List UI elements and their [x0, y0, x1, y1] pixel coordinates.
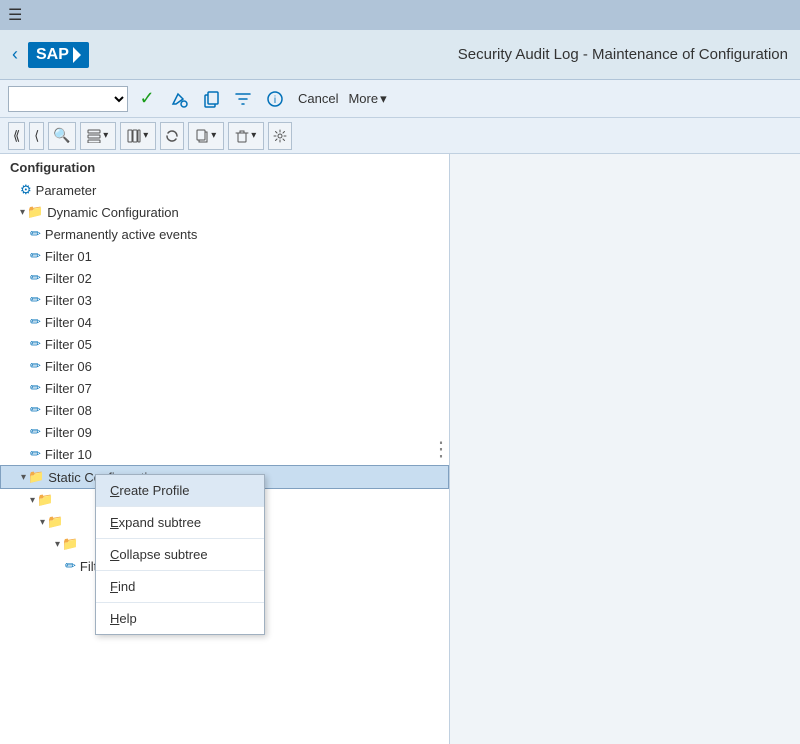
filter01-label: Filter 01 — [45, 249, 92, 264]
filter-s1-icon: ✏ — [65, 558, 76, 574]
tree-item-parameter[interactable]: ⚙ Parameter — [0, 179, 449, 201]
filter04-label: Filter 04 — [45, 315, 92, 330]
static-sub3-expand-icon: ▾ — [55, 539, 60, 550]
header: ‹ SAP Security Audit Log - Maintenance o… — [0, 30, 800, 80]
tree-item-perm-events[interactable]: ✏ Permanently active events — [0, 223, 449, 245]
columns-button[interactable]: ▾ — [120, 122, 156, 150]
static-config-icon: 📁 — [28, 469, 44, 485]
filter07-label: Filter 07 — [45, 381, 92, 396]
filter05-icon: ✏ — [30, 336, 41, 352]
parameter-label: Parameter — [36, 183, 97, 198]
filter05-label: Filter 05 — [45, 337, 92, 352]
tree-panel: Configuration ⚙ Parameter ▾ 📁 Dynamic Co… — [0, 154, 450, 744]
filter03-icon: ✏ — [30, 292, 41, 308]
copy-icon-button[interactable] — [198, 86, 224, 112]
tree-item-dynamic-config[interactable]: ▾ 📁 Dynamic Configuration — [0, 201, 449, 223]
tree-item-filter03[interactable]: ✏ Filter 03 — [0, 289, 449, 311]
settings-button[interactable] — [268, 122, 292, 150]
filter04-icon: ✏ — [30, 314, 41, 330]
filter01-icon: ✏ — [30, 248, 41, 264]
tree-item-filter02[interactable]: ✏ Filter 02 — [0, 267, 449, 289]
perm-events-label: Permanently active events — [45, 227, 197, 242]
help-underline: H — [110, 611, 119, 626]
static-sub3-icon: 📁 — [62, 536, 78, 552]
hamburger-icon[interactable]: ☰ — [8, 5, 22, 25]
search-button[interactable]: 🔍 — [48, 122, 75, 150]
context-menu-help[interactable]: Help — [96, 603, 264, 634]
dynamic-config-icon: 📁 — [27, 204, 43, 220]
top-bar: ☰ — [0, 0, 800, 30]
create-profile-underline: C — [110, 483, 119, 498]
expand-subtree-underline: E — [110, 515, 119, 530]
tree-item-filter08[interactable]: ✏ Filter 08 — [0, 399, 449, 421]
filter-icon-button[interactable] — [230, 86, 256, 112]
context-menu-expand-subtree[interactable]: Expand subtree — [96, 507, 264, 539]
page-title: Security Audit Log - Maintenance of Conf… — [458, 46, 788, 63]
tree-section-label: Configuration — [0, 154, 449, 179]
static-sub1-expand-icon: ▾ — [30, 495, 35, 506]
static-expand-icon: ▾ — [21, 472, 26, 483]
filter09-icon: ✏ — [30, 424, 41, 440]
main-toolbar: ✓ i Cancel More ▾ — [0, 80, 800, 118]
find-underline: F — [110, 579, 118, 594]
filter08-label: Filter 08 — [45, 403, 92, 418]
tree-item-filter04[interactable]: ✏ Filter 04 — [0, 311, 449, 333]
filter03-label: Filter 03 — [45, 293, 92, 308]
main-content: Configuration ⚙ Parameter ▾ 📁 Dynamic Co… — [0, 154, 800, 744]
collapse-subtree-underline: C — [110, 547, 119, 562]
tree-item-filter09[interactable]: ✏ Filter 09 — [0, 421, 449, 443]
export-button[interactable]: ▾ — [188, 122, 224, 150]
refresh-button[interactable] — [160, 122, 184, 150]
first-page-button[interactable]: ⟪ — [8, 122, 25, 150]
parameter-icon: ⚙ — [20, 182, 32, 198]
toolbar-select[interactable] — [8, 86, 128, 112]
tree-item-filter01[interactable]: ✏ Filter 01 — [0, 245, 449, 267]
paint-icon-button[interactable] — [166, 86, 192, 112]
secondary-toolbar: ⟪ ⟨ 🔍 ▾ ▾ ▾ ▾ — [0, 118, 800, 154]
filter08-icon: ✏ — [30, 402, 41, 418]
back-button[interactable]: ‹ — [12, 44, 18, 65]
context-menu: Create Profile Expand subtree Collapse s… — [95, 474, 265, 635]
static-sub2-expand-icon: ▾ — [40, 517, 45, 528]
drag-handle[interactable]: ⋮ — [431, 437, 450, 462]
cancel-button[interactable]: Cancel — [294, 89, 342, 108]
filter10-label: Filter 10 — [45, 447, 92, 462]
context-menu-collapse-subtree[interactable]: Collapse subtree — [96, 539, 264, 571]
dynamic-config-label: Dynamic Configuration — [47, 205, 179, 220]
sap-logo-triangle — [73, 47, 81, 63]
filter10-icon: ✏ — [30, 446, 41, 462]
svg-text:i: i — [274, 95, 276, 106]
sap-logo: SAP — [28, 42, 89, 68]
layout-button[interactable]: ▾ — [80, 122, 116, 150]
filter06-label: Filter 06 — [45, 359, 92, 374]
filter09-label: Filter 09 — [45, 425, 92, 440]
info-icon-button[interactable]: i — [262, 86, 288, 112]
tree-item-filter05[interactable]: ✏ Filter 05 — [0, 333, 449, 355]
context-menu-find[interactable]: Find — [96, 571, 264, 603]
more-button[interactable]: More ▾ — [348, 91, 386, 107]
static-sub2-icon: 📁 — [47, 514, 63, 530]
context-menu-create-profile[interactable]: Create Profile — [96, 475, 264, 507]
tree-item-filter10[interactable]: ✏ Filter 10 — [0, 443, 449, 465]
filter06-icon: ✏ — [30, 358, 41, 374]
filter02-label: Filter 02 — [45, 271, 92, 286]
filter02-icon: ✏ — [30, 270, 41, 286]
perm-events-icon: ✏ — [30, 226, 41, 242]
static-sub1-icon: 📁 — [37, 492, 53, 508]
tree-item-filter06[interactable]: ✏ Filter 06 — [0, 355, 449, 377]
expand-icon: ▾ — [20, 207, 25, 218]
right-panel — [450, 154, 800, 744]
delete-button[interactable]: ▾ — [228, 122, 264, 150]
prev-page-button[interactable]: ⟨ — [29, 122, 44, 150]
tree-item-filter07[interactable]: ✏ Filter 07 — [0, 377, 449, 399]
check-button[interactable]: ✓ — [134, 86, 160, 112]
filter07-icon: ✏ — [30, 380, 41, 396]
